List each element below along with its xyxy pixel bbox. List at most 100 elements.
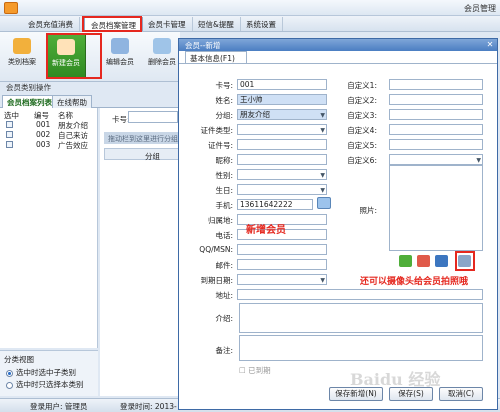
tel-label: 电话: [215,231,233,240]
custom6-label: 自定义6: [347,156,377,165]
address-label: 地址: [215,291,233,300]
group-drop-hint: 拖动栏到这里进行分组 [104,132,180,144]
photo-box[interactable] [389,165,483,251]
custom3-label: 自定义3: [347,111,377,120]
card-search-input[interactable] [128,111,178,123]
expire-picker[interactable]: ▼ [237,274,327,285]
intro-label: 介绍: [215,314,233,323]
id-type-label: 证件类型: [200,126,233,135]
nickname-input[interactable] [237,154,327,165]
gender-select[interactable]: ▼ [237,169,327,180]
delete-member-label: 删除会员 [148,58,176,66]
title-bar: 会员管理 [0,0,500,16]
filter-option-label: 选中时选中子类别 [16,368,76,377]
row-checkbox[interactable] [6,121,13,128]
edit-member-button[interactable]: 编辑会员 [100,34,140,78]
sms-icon[interactable] [317,197,331,209]
custom1-input[interactable] [389,79,483,90]
id-no-input[interactable] [237,139,327,150]
grid-header[interactable]: 分组 [104,148,180,162]
photo-label: 照片: [359,206,377,215]
status-time: 登录时间: 2013- [120,402,177,411]
menu-tab-card[interactable]: 会员卡管理 [142,17,193,31]
card-no-input[interactable]: 001 [237,79,327,90]
filter-option-only-self[interactable]: 选中时只选择本类别 [6,379,96,390]
tab-basic-info[interactable]: 基本信息(F1) [185,51,247,63]
card-search-label: 卡号: [112,115,130,124]
filter-option-include-children[interactable]: 选中时选中子类别 [6,367,96,378]
email-input[interactable] [237,259,327,270]
menu-tab-settings[interactable]: 系统设置 [240,17,283,31]
qq-label: QQ/MSN: [199,245,233,254]
address-input[interactable] [237,289,483,300]
phone-label: 手机: [215,201,233,210]
remark-textarea[interactable] [239,335,483,361]
edit-user-icon [111,38,129,54]
left-tabs: 会员档案列表 在线帮助 [0,94,180,108]
chevron-down-icon: ▼ [320,277,325,284]
cancel-button[interactable]: 取消(C) [439,387,483,401]
delete-user-icon [153,38,171,54]
birthday-picker[interactable]: ▼ [237,184,327,195]
group-select[interactable]: 朋友介绍 ▼ [237,109,327,120]
new-member-dialog: 会员--新增 ✕ 基本信息(F1) 卡号: 001 姓名: 王小帅 分组: 朋友… [178,38,498,410]
folder-icon [13,38,31,54]
group-label: 分组: [215,111,233,120]
chevron-down-icon: ▼ [320,187,325,194]
save-photo-icon[interactable] [435,255,448,267]
tab-member-list[interactable]: 会员档案列表 [2,95,57,108]
annotation-new-member: 新增会员 [246,225,286,236]
email-label: 邮件: [215,261,233,270]
dialog-title-bar: 会员--新增 ✕ [179,39,497,51]
phone-input[interactable]: 13611642222 [237,199,313,210]
delete-member-button[interactable]: 删除会员 [142,34,182,78]
row-checkbox[interactable] [6,141,13,148]
tree-row[interactable]: 002 自己来访 [0,130,98,140]
app-icon [4,2,18,14]
chevron-down-icon: ▼ [320,172,325,179]
new-button-highlight-box [46,33,102,79]
row-code: 003 [36,140,51,149]
filter-title: 分类视图 [4,355,34,364]
category-archive-button[interactable]: 类别档案 [2,34,42,78]
gender-label: 性别: [215,171,233,180]
name-label: 姓名: [215,96,233,105]
id-type-select[interactable]: ▼ [237,124,327,135]
menu-bar: 会员充值消费 会员档案管理 会员卡管理 短信&提醒 系统设置 [0,16,500,32]
tree-row[interactable]: 001 朋友介绍 [0,120,98,130]
menu-tab-recharge[interactable]: 会员充值消费 [22,17,80,31]
menu-highlight-box [82,16,142,32]
tree-row[interactable]: 003 广告效应 [0,140,98,150]
card-no-label: 卡号: [215,81,233,90]
custom4-input[interactable] [389,124,483,135]
group-value: 朋友介绍 [240,110,270,119]
add-photo-icon[interactable] [399,255,412,267]
close-icon[interactable]: ✕ [485,40,495,50]
grid-col-group[interactable]: 分组 [145,151,160,162]
edit-member-label: 编辑会员 [106,58,134,66]
intro-textarea[interactable] [239,303,483,333]
remark-label: 备注: [215,346,233,355]
row-name: 广告效应 [58,141,88,150]
chevron-down-icon: ▼ [320,127,325,134]
expired-checkbox[interactable]: ☐ 已到期 [239,365,271,376]
custom2-input[interactable] [389,94,483,105]
row-checkbox[interactable] [6,131,13,138]
qq-input[interactable] [237,244,327,255]
custom6-select[interactable]: ▼ [389,154,483,165]
name-input[interactable]: 王小帅 [237,94,327,105]
watermark-logo: Baidu 经验 [350,370,441,389]
status-user: 登录用户: 管理员 [30,402,88,411]
custom3-input[interactable] [389,109,483,120]
annotation-camera-tip: 还可以摄像头给会员拍照哦 [360,277,469,287]
id-no-label: 证件号: [207,141,233,150]
menu-tab-sms[interactable]: 短信&提醒 [192,17,241,31]
birthday-label: 生日: [215,186,233,195]
custom1-label: 自定义1: [347,81,377,90]
custom5-input[interactable] [389,139,483,150]
nickname-label: 昵称: [215,156,233,165]
expire-label: 到期日期: [200,276,233,285]
chevron-down-icon: ▼ [476,157,481,164]
remove-photo-icon[interactable] [417,255,430,267]
tab-online-help[interactable]: 在线帮助 [52,95,92,108]
